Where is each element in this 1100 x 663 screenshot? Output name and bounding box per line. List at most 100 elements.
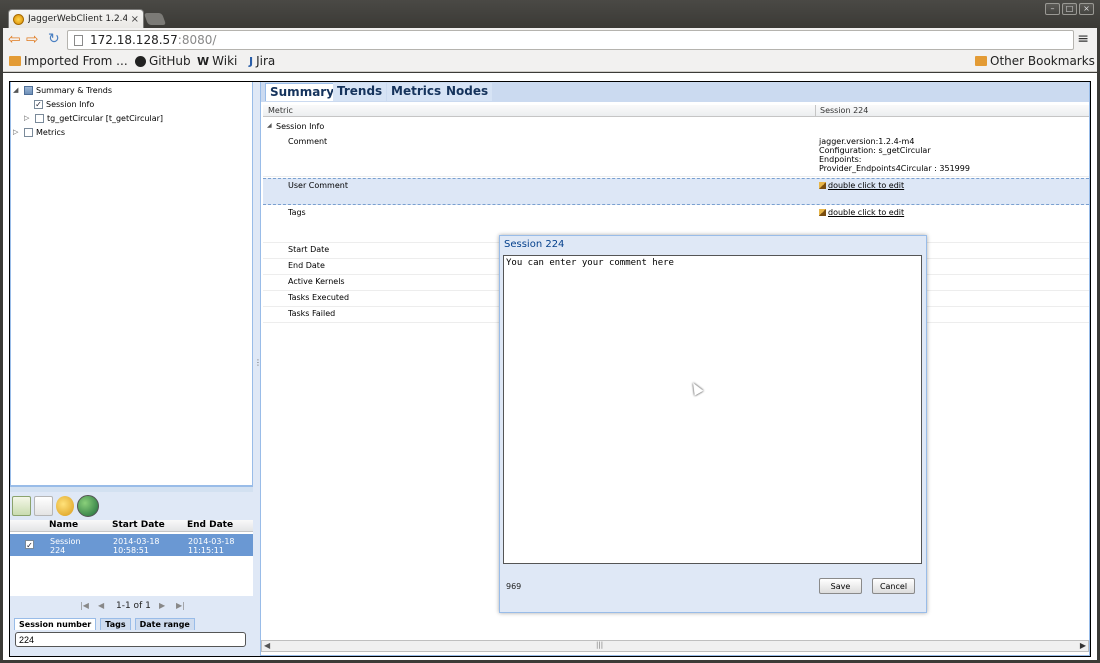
horizontal-scrollbar[interactable]: ◀ ||| ▶ [261, 640, 1089, 652]
scroll-right-icon[interactable]: ▶ [1080, 641, 1086, 650]
tree-item-summary[interactable]: ◢ Summary & Trends [13, 83, 112, 97]
remaining-characters: 969 [506, 582, 522, 591]
session-number-input[interactable] [15, 632, 246, 647]
pager-status: 1-1 of 1 [116, 601, 151, 611]
tab-date-range[interactable]: Date range [134, 618, 195, 630]
bookmark-github[interactable]: GitHub [135, 54, 191, 68]
expand-triangle-icon[interactable]: ▷ [13, 128, 21, 136]
comment-value: jagger.version:1.2.4-m4 Configuration: s… [819, 137, 970, 173]
column-header-end-date[interactable]: End Date [187, 520, 233, 530]
comment-line: Configuration: s_getCircular [819, 146, 931, 155]
address-bar[interactable]: 172.18.128.57:8080/ [67, 30, 1074, 50]
tab-tags[interactable]: Tags [100, 618, 131, 630]
close-window-icon[interactable]: × [1079, 3, 1094, 15]
url-port: :8080/ [177, 33, 217, 47]
metric-name: Comment [288, 137, 328, 146]
tree-checkbox[interactable] [24, 85, 33, 95]
tab-session-number[interactable]: Session number [14, 618, 97, 630]
prev-page-icon[interactable]: ◀ [98, 601, 104, 610]
session-end-date: 2014-03-18 [188, 537, 235, 546]
column-header-start-date[interactable]: Start Date [112, 520, 165, 530]
metric-name: Tasks Executed [288, 293, 350, 302]
back-arrow-icon[interactable]: ⇦ [8, 32, 21, 47]
table-row[interactable]: ✓ Session 224 2014-03-18 10:58:51 2014-0… [10, 534, 253, 556]
window-controls: – □ × [1045, 3, 1094, 15]
edit-link-label: double click to edit [828, 181, 905, 190]
group-label: Session Info [276, 122, 325, 131]
tree-checkbox[interactable]: ✓ [34, 99, 43, 109]
broom-clear-icon[interactable] [56, 496, 74, 516]
column-header-name[interactable]: Name [49, 520, 78, 530]
bookmark-imported[interactable]: Imported From ... [9, 54, 128, 68]
sessions-grid-header: Name Start Date End Date [10, 520, 253, 532]
tree-item-session-info[interactable]: ✓ Session Info [34, 97, 94, 111]
next-page-icon[interactable]: ▶ [159, 601, 165, 610]
collapse-triangle-icon[interactable]: ◢ [267, 122, 272, 129]
bookmark-jira[interactable]: J Jira [249, 54, 275, 68]
scroll-thumb-grip-icon[interactable]: ||| [596, 641, 603, 649]
minimize-icon[interactable]: – [1045, 3, 1060, 15]
scroll-left-icon[interactable]: ◀ [264, 641, 270, 650]
session-end-time: 11:15:11 [188, 546, 224, 555]
main-tabs: Summary Trends Metrics Nodes [261, 82, 1089, 102]
summary-table-header: Metric Session 224 [263, 105, 1089, 117]
comment-line: Endpoints: [819, 155, 862, 164]
sessions-panel: Name Start Date End Date ✓ Session 224 2… [10, 492, 253, 656]
tab-metrics[interactable]: Metrics [387, 83, 446, 101]
navigation-tree: ◢ Summary & Trends ✓ Session Info ▷ tg_g… [10, 82, 253, 486]
table-row[interactable]: User Comment double click to edit [263, 178, 1089, 205]
column-header-session[interactable]: Session 224 [820, 106, 868, 115]
bookmarks-bar: Imported From ... GitHub W Wiki J Jira O… [3, 52, 1097, 72]
forward-arrow-icon[interactable]: ⇨ [26, 32, 39, 47]
new-tab-button[interactable] [143, 13, 167, 25]
table-row: Comment jagger.version:1.2.4-m4 Configur… [263, 135, 1089, 177]
user-comment-value[interactable]: double click to edit [819, 181, 904, 191]
jira-icon: J [249, 54, 254, 68]
tab-trends[interactable]: Trends [333, 83, 387, 101]
comment-dialog: Session 224 You can enter your comment h… [499, 235, 927, 613]
metric-name: Active Kernels [288, 277, 345, 286]
vertical-splitter[interactable]: ⋮ [253, 82, 262, 656]
first-page-icon[interactable]: |◀ [80, 601, 89, 610]
dialog-title[interactable]: Session 224 [504, 239, 564, 250]
tree-checkbox[interactable] [35, 113, 44, 123]
comment-line: Provider_Endpoints4Circular : 351999 [819, 164, 970, 173]
bookmark-label: Imported From ... [24, 54, 128, 68]
sessions-grid: Name Start Date End Date ✓ Session 224 2… [10, 520, 253, 596]
cancel-button[interactable]: Cancel [872, 578, 915, 594]
bookmark-label: Other Bookmarks [990, 54, 1095, 68]
comment-textarea[interactable]: You can enter your comment here [503, 255, 922, 564]
tree-item-test-group[interactable]: ▷ tg_getCircular [t_getCircular] [24, 111, 163, 125]
blank-page-icon[interactable] [34, 496, 53, 516]
bookmark-wiki[interactable]: W Wiki [197, 54, 237, 68]
browser-titlebar: JaggerWebClient 1.2.4-SN × – □ × [0, 0, 1100, 28]
session-start-date: 2014-03-18 [113, 537, 160, 546]
expand-triangle-icon[interactable]: ▷ [24, 114, 32, 122]
tags-value[interactable]: double click to edit [819, 208, 904, 218]
metric-name: User Comment [288, 181, 348, 190]
collapse-triangle-icon[interactable]: ◢ [13, 86, 21, 94]
left-panel: ◢ Summary & Trends ✓ Session Info ▷ tg_g… [10, 82, 253, 656]
bookmark-label: Wiki [212, 54, 238, 68]
tree-item-label: Session Info [46, 99, 95, 109]
tree-checkbox[interactable] [24, 127, 33, 137]
tab-summary[interactable]: Summary [265, 83, 340, 101]
last-page-icon[interactable]: ▶| [176, 601, 185, 610]
show-checked-sessions-icon[interactable] [12, 496, 31, 516]
column-header-metric[interactable]: Metric [268, 106, 293, 115]
browser-tab[interactable]: JaggerWebClient 1.2.4-SN × [8, 9, 144, 28]
session-name-line2: 224 [50, 546, 66, 555]
row-checkbox[interactable]: ✓ [25, 540, 34, 550]
globe-link-icon[interactable] [77, 495, 99, 517]
bookmark-other[interactable]: Other Bookmarks [975, 54, 1095, 68]
tab-close-icon[interactable]: × [131, 14, 139, 25]
edit-link-label: double click to edit [828, 208, 905, 217]
group-session-info[interactable]: ◢ Session Info [263, 120, 1089, 132]
tab-nodes[interactable]: Nodes [442, 83, 493, 101]
browser-menu-icon[interactable]: ≡ [1077, 32, 1089, 46]
save-button[interactable]: Save [819, 578, 862, 594]
maximize-icon[interactable]: □ [1062, 3, 1077, 15]
tree-item-metrics[interactable]: ▷ Metrics [13, 125, 65, 139]
reload-icon[interactable]: ↻ [48, 32, 60, 47]
sessions-pager: |◀ ◀ 1-1 of 1 ▶ ▶| [10, 598, 253, 614]
